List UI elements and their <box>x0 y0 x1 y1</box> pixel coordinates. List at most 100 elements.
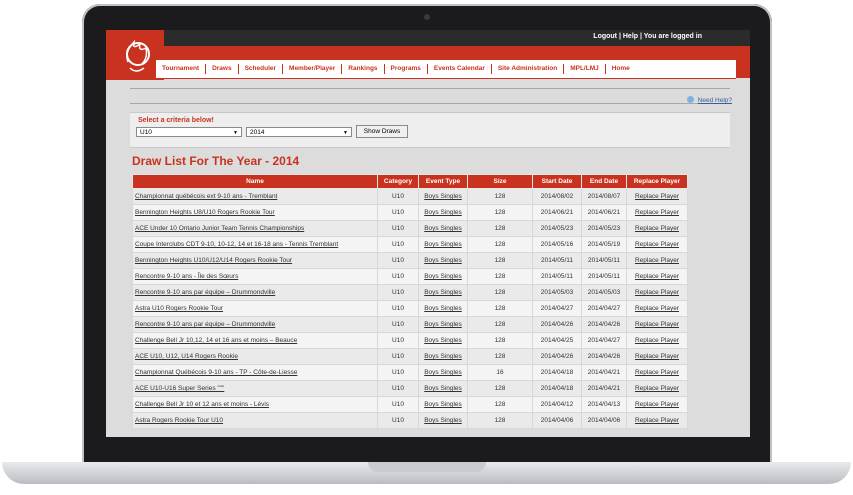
event-type-link[interactable]: Boys Singles <box>418 396 468 413</box>
event-type-link[interactable]: Boys Singles <box>418 204 468 221</box>
column-header-category[interactable]: Category <box>377 174 419 189</box>
start-date-cell: 2014/08/02 <box>532 188 582 205</box>
draw-name-link[interactable]: Astra Rogers Rookie Tour U10 <box>132 412 378 429</box>
replace-player-link[interactable]: Replace Player <box>626 220 688 237</box>
start-date-cell: 2014/04/27 <box>532 300 582 317</box>
table-row: ACE U10-U16 Super Series """ U10 Boys Sing… <box>132 380 688 397</box>
logout-link[interactable]: Logout <box>593 33 617 40</box>
category-select[interactable]: U10 ▼ <box>136 127 242 137</box>
draw-name-link[interactable]: Rencontre 9-10 ans - Île des Sœurs <box>132 268 378 285</box>
help-link[interactable]: Help <box>623 33 638 40</box>
category-cell: U10 <box>377 348 419 365</box>
nav-member-player[interactable]: Member/Player <box>283 64 343 74</box>
draw-name-link[interactable]: Astra U10 Rogers Rookie Tour <box>132 300 378 317</box>
size-cell: 128 <box>467 316 533 333</box>
nav-events-calendar[interactable]: Events Calendar <box>428 64 492 74</box>
draw-name-link[interactable]: Bennington Heights U10/U12/U14 Rogers Ro… <box>132 252 378 269</box>
table-row: Astra U10 Rogers Rookie Tour U10 Boys Sing… <box>132 300 688 317</box>
draw-name-link[interactable]: Challenge Bell Jr 10 et 12 ans et moins … <box>132 396 378 413</box>
nav-programs[interactable]: Programs <box>385 64 428 74</box>
draw-name-link[interactable]: Coupe Interclubs CDT 9-10, 10-12, 14 et … <box>132 236 378 253</box>
replace-player-link[interactable]: Replace Player <box>626 268 688 285</box>
replace-player-link[interactable]: Replace Player <box>626 332 688 349</box>
nav-mpl-lmj[interactable]: MPL/LMJ <box>564 64 606 74</box>
replace-player-link[interactable]: Replace Player <box>626 204 688 221</box>
event-type-link[interactable]: Boys Singles <box>418 188 468 205</box>
event-type-link[interactable]: Boys Singles <box>418 236 468 253</box>
size-cell: 128 <box>467 396 533 413</box>
replace-player-link[interactable]: Replace Player <box>626 348 688 365</box>
event-type-link[interactable]: Boys Singles <box>418 252 468 269</box>
year-select[interactable]: 2014 ▼ <box>246 127 352 137</box>
draw-name-link[interactable]: ACE U10-U16 Super Series """ <box>132 380 378 397</box>
end-date-cell: 2014/04/27 <box>581 300 627 317</box>
nav-draws[interactable]: Draws <box>206 64 239 74</box>
flame-ball-logo-icon <box>126 39 150 72</box>
show-draws-button[interactable]: Show Draws <box>356 125 408 138</box>
nav-site-administration[interactable]: Site Administration <box>492 64 565 74</box>
replace-player-link[interactable]: Replace Player <box>626 364 688 381</box>
event-type-link[interactable]: Boys Singles <box>418 284 468 301</box>
draw-name-link[interactable]: ACE U10, U12, U14 Rogers Rookie <box>132 348 378 365</box>
start-date-cell: 2014/05/23 <box>532 220 582 237</box>
draw-name-link[interactable]: Bennington Heights U8/U10 Rogers Rookie … <box>132 204 378 221</box>
start-date-cell: 2014/04/18 <box>532 364 582 381</box>
draw-name-link[interactable]: ACE Under 10 Ontario Junior Team Tennis … <box>132 220 378 237</box>
draw-name-link[interactable]: Rencontre 9-10 ans par équipe – Drummond… <box>132 316 378 333</box>
column-header-size[interactable]: Size <box>467 174 533 189</box>
size-cell: 128 <box>467 332 533 349</box>
event-type-link[interactable]: Boys Singles <box>418 220 468 237</box>
event-type-link[interactable]: Boys Singles <box>418 268 468 285</box>
draw-name-link[interactable]: Challenge Bell Jr 10,12, 14 et 16 ans et… <box>132 332 378 349</box>
nav-tournament[interactable]: Tournament <box>156 64 207 74</box>
category-cell: U10 <box>377 252 419 269</box>
need-help-link[interactable]: Need Help? <box>698 97 732 104</box>
draw-name-link[interactable]: Championnat Québécois 9-10 ans - TP - Cô… <box>132 364 378 381</box>
size-cell: 128 <box>467 204 533 221</box>
page-title: Draw List For The Year - 2014 <box>132 154 300 168</box>
event-type-link[interactable]: Boys Singles <box>418 316 468 333</box>
size-cell: 128 <box>467 220 533 237</box>
start-date-cell: 2014/05/11 <box>532 252 582 269</box>
table-row: ACE Under 10 Ontario Junior Team Tennis … <box>132 220 688 237</box>
start-date-cell: 2014/04/12 <box>532 396 582 413</box>
replace-player-link[interactable]: Replace Player <box>626 188 688 205</box>
replace-player-link[interactable]: Replace Player <box>626 380 688 397</box>
event-type-link[interactable]: Boys Singles <box>418 332 468 349</box>
event-type-link[interactable]: Boys Singles <box>418 412 468 429</box>
table-row: Challenge Bell Jr 10,12, 14 et 16 ans et… <box>132 332 688 349</box>
column-header-end-date[interactable]: End Date <box>581 174 627 189</box>
need-help[interactable]: Need Help? <box>686 96 732 104</box>
replace-player-link[interactable]: Replace Player <box>626 412 688 429</box>
replace-player-link[interactable]: Replace Player <box>626 252 688 269</box>
divider <box>130 103 730 104</box>
nav-home[interactable]: Home <box>606 64 636 74</box>
replace-player-link[interactable]: Replace Player <box>626 396 688 413</box>
event-type-link[interactable]: Boys Singles <box>418 300 468 317</box>
end-date-cell: 2014/04/21 <box>581 364 627 381</box>
size-cell: 128 <box>467 348 533 365</box>
event-type-link[interactable]: Boys Singles <box>418 380 468 397</box>
column-header-start-date[interactable]: Start Date <box>532 174 582 189</box>
end-date-cell: 2014/04/13 <box>581 396 627 413</box>
size-cell: 16 <box>467 364 533 381</box>
replace-player-link[interactable]: Replace Player <box>626 316 688 333</box>
end-date-cell: 2014/04/26 <box>581 316 627 333</box>
column-header-name[interactable]: Name <box>132 174 378 189</box>
column-header-event-type[interactable]: Event Type <box>418 174 468 189</box>
draw-name-link[interactable]: Rencontre 9-10 ans par équipe – Drummond… <box>132 284 378 301</box>
replace-player-link[interactable]: Replace Player <box>626 300 688 317</box>
replace-player-link[interactable]: Replace Player <box>626 284 688 301</box>
replace-player-link[interactable]: Replace Player <box>626 236 688 253</box>
category-cell: U10 <box>377 236 419 253</box>
size-cell: 128 <box>467 300 533 317</box>
nav-rankings[interactable]: Rankings <box>342 64 385 74</box>
event-type-link[interactable]: Boys Singles <box>418 364 468 381</box>
start-date-cell: 2014/04/18 <box>532 380 582 397</box>
nav-scheduler[interactable]: Scheduler <box>239 64 284 74</box>
account-links: Logout | Help | You are logged in <box>593 33 702 40</box>
event-type-link[interactable]: Boys Singles <box>418 348 468 365</box>
category-cell: U10 <box>377 188 419 205</box>
category-cell: U10 <box>377 300 419 317</box>
draw-name-link[interactable]: Championnat québécois ext 9-10 ans - Tre… <box>132 188 378 205</box>
